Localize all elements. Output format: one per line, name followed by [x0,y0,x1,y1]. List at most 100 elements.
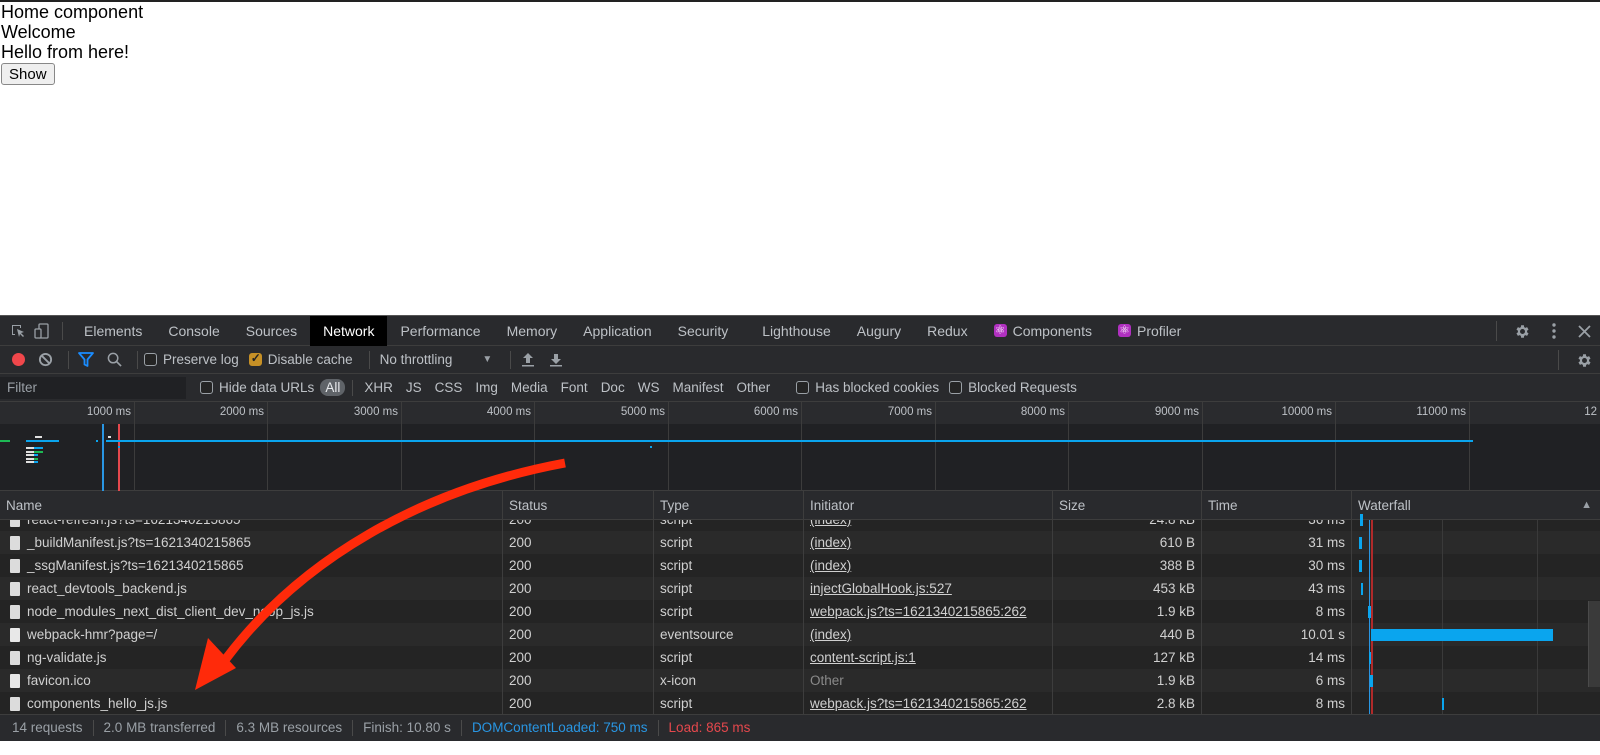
throttling-select[interactable]: No throttling ▼ [380,352,493,367]
cell-initiator[interactable]: injectGlobalHook.js:527 [804,577,1053,600]
network-settings-gear-icon[interactable] [1569,346,1600,374]
filter-type-doc[interactable]: Doc [596,379,630,396]
settings-gear-icon[interactable] [1507,316,1538,346]
tab-network[interactable]: Network [310,315,388,346]
disable-cache-checkbox[interactable]: Disable cache [248,351,353,367]
filter-input[interactable] [0,376,186,399]
initiator-link[interactable]: content-script.js:1 [810,650,916,665]
preserve-log-checkbox[interactable]: Preserve log [144,352,239,367]
hide-data-urls-checkbox[interactable]: Hide data URLs [200,380,314,395]
table-row[interactable]: node_modules_next_dist_client_dev_noop_j… [0,600,1600,623]
cell-initiator[interactable]: webpack.js?ts=1621340215865:262 [804,692,1053,715]
device-toolbar-icon[interactable] [30,316,54,346]
initiator-link[interactable]: webpack.js?ts=1621340215865:262 [810,696,1027,711]
column-header-initiator[interactable]: Initiator [804,491,1053,520]
tab-memory[interactable]: Memory [494,316,571,346]
network-overview-timeline[interactable]: 1000 ms 2000 ms 3000 ms 4000 ms 5000 ms 6000 … [0,402,1600,491]
overview-gridline [267,402,268,491]
overview-gridline [1202,402,1203,491]
table-row[interactable]: ng-validate.js 200 script content-script.js… [0,646,1600,669]
dom-content-loaded-marker [102,424,104,491]
document-file-icon [10,627,20,642]
export-har-icon[interactable] [545,346,567,374]
filter-type-img[interactable]: Img [470,379,503,396]
controls-divider [1496,321,1497,341]
tab-redux[interactable]: Redux [914,316,980,346]
show-button[interactable]: Show [1,63,55,85]
filter-type-media[interactable]: Media [506,379,553,396]
column-header-status[interactable]: Status [503,491,654,520]
cell-initiator[interactable]: content-script.js:1 [804,646,1053,669]
column-header-waterfall[interactable]: Waterfall ▲ [1352,491,1600,520]
blocked-requests-box[interactable] [949,381,963,394]
clear-icon[interactable] [34,346,56,374]
tab-performance[interactable]: Performance [387,316,493,346]
filter-type-xhr[interactable]: XHR [359,379,398,396]
request-name: _ssgManifest.js?ts=1621340215865 [27,558,244,573]
more-options-icon[interactable] [1538,316,1569,346]
disable-cache-box[interactable] [248,351,262,366]
inspect-element-icon[interactable] [6,316,30,346]
record-icon[interactable] [12,353,25,366]
cell-waterfall [1352,623,1600,646]
import-har-icon[interactable] [517,346,539,374]
blocked-requests-checkbox[interactable]: Blocked Requests [949,380,1077,395]
overview-request-bar [34,447,43,449]
tab-sources[interactable]: Sources [233,316,310,346]
script-file-icon [10,520,20,527]
tab-lighthouse[interactable]: Lighthouse [749,316,844,346]
filter-icon[interactable] [75,346,97,374]
column-header-name[interactable]: Name [0,491,503,520]
column-header-type[interactable]: Type [654,491,804,520]
filter-type-other[interactable]: Other [731,379,775,396]
cell-initiator[interactable]: (index) [804,520,1053,531]
tab-console[interactable]: Console [155,316,232,346]
search-icon[interactable] [103,346,125,374]
overview-gridline [134,402,135,491]
table-row[interactable]: _ssgManifest.js?ts=1621340215865 200 scrip… [0,554,1600,577]
overview-request-bar [26,457,34,460]
preserve-log-box[interactable] [144,353,157,366]
close-devtools-icon[interactable] [1569,316,1600,346]
initiator-link[interactable]: (index) [810,520,851,527]
tab-application[interactable]: Application [570,316,665,346]
filter-type-css[interactable]: CSS [430,379,468,396]
table-row[interactable]: react-refresh.js?ts=1621340215865 200scri… [0,520,1600,531]
cell-initiator[interactable]: (index) [804,554,1053,577]
table-scrollbar[interactable] [1588,601,1600,687]
cell-initiator[interactable]: webpack.js?ts=1621340215865:262 [804,600,1053,623]
cell-status: 200 [503,600,654,623]
request-name: node_modules_next_dist_client_dev_noop_j… [27,604,314,619]
table-row[interactable]: favicon.ico 200 x-icon Other 1.9 kB 6 ms [0,669,1600,692]
has-blocked-cookies-checkbox[interactable]: Has blocked cookies [796,380,939,395]
toolbar-divider [137,350,138,369]
tab-components[interactable]: Components [981,315,1105,346]
tab-security[interactable]: Security [665,316,742,346]
table-row[interactable]: _buildManifest.js?ts=1621340215865 200 scr… [0,531,1600,554]
initiator-link[interactable]: (index) [810,627,851,642]
tabbar-divider [62,321,63,340]
column-header-time[interactable]: Time [1202,491,1352,520]
table-row[interactable]: webpack-hmr?page=/ 200 eventsource (index) 4… [0,623,1600,646]
tab-elements[interactable]: Elements [71,316,155,346]
filter-type-manifest[interactable]: Manifest [667,379,728,396]
web-page: Home component Welcome Hello from here! … [0,0,1600,315]
table-row[interactable]: react_devtools_backend.js 200 script inject… [0,577,1600,600]
filter-type-font[interactable]: Font [556,379,593,396]
tab-augury[interactable]: Augury [844,316,914,346]
initiator-link[interactable]: webpack.js?ts=1621340215865:262 [810,604,1027,619]
hide-data-urls-box[interactable] [200,381,213,394]
window-bottom-edge [0,741,1600,755]
filter-type-ws[interactable]: WS [633,379,665,396]
tab-profiler[interactable]: Profiler [1105,315,1194,346]
initiator-link[interactable]: injectGlobalHook.js:527 [810,581,952,596]
cell-initiator[interactable]: (index) [804,623,1053,646]
table-row[interactable]: components_hello_js.js 200 script webpack.j… [0,692,1600,715]
cell-initiator[interactable]: (index) [804,531,1053,554]
initiator-link[interactable]: (index) [810,535,851,550]
has-blocked-cookies-box[interactable] [796,381,810,394]
filter-type-all[interactable]: All [320,379,346,396]
filter-type-js[interactable]: JS [401,379,427,396]
initiator-link[interactable]: (index) [810,558,851,573]
column-header-size[interactable]: Size [1053,491,1202,520]
